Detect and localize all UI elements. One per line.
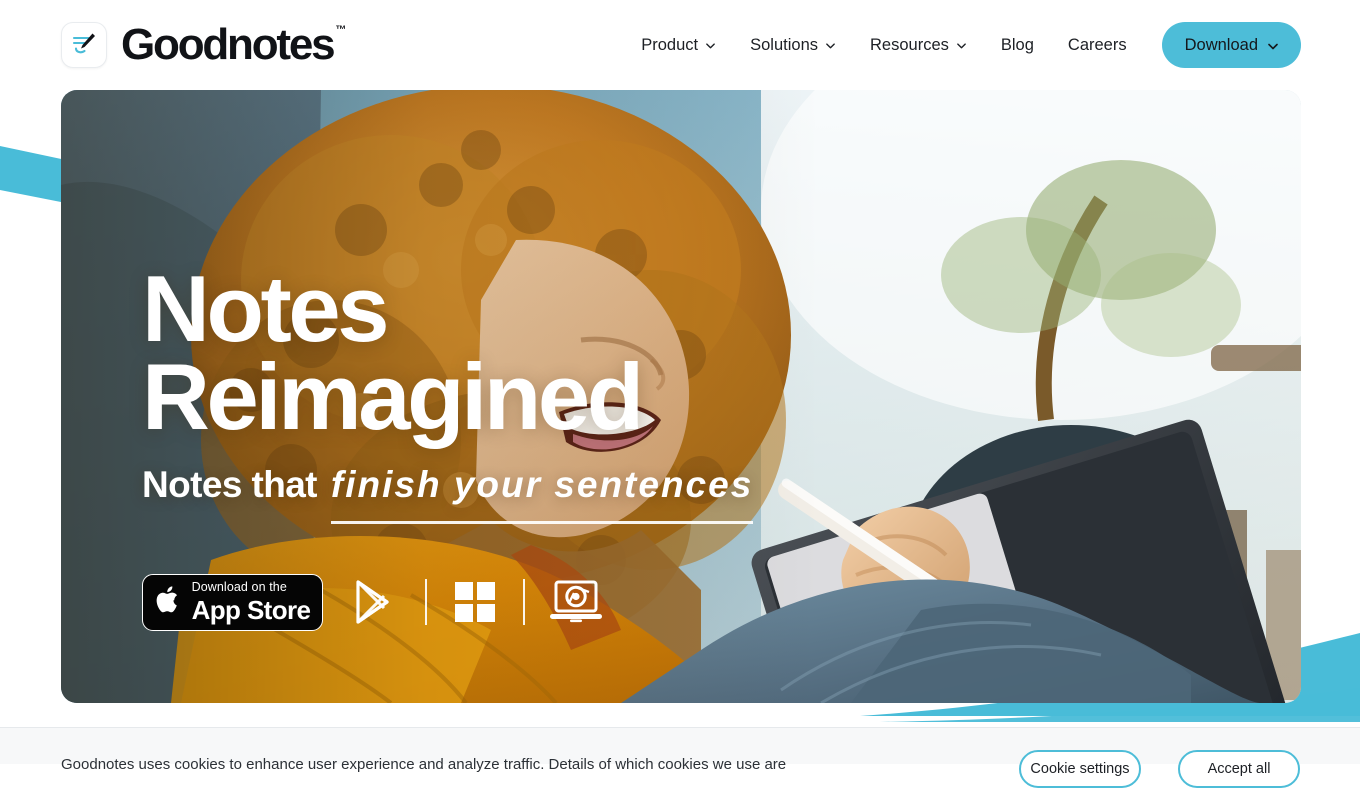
- nav-item-careers[interactable]: Careers: [1051, 23, 1144, 67]
- nav-item-label: Product: [641, 36, 698, 55]
- chevron-down-icon: [705, 40, 716, 51]
- cookie-banner-message: Goodnotes uses cookies to enhance user e…: [61, 754, 786, 775]
- hero-subtitle-plain: Notes that: [142, 464, 317, 507]
- brand-name-text: Goodnotes: [121, 20, 333, 69]
- cookie-settings-button[interactable]: Cookie settings: [1019, 750, 1141, 788]
- spacer: [427, 602, 449, 603]
- nav-item-label: Solutions: [750, 36, 818, 55]
- brand-name: Goodnotes™: [121, 23, 333, 67]
- chevron-down-icon: [1267, 40, 1278, 51]
- nav-item-solutions[interactable]: Solutions: [733, 23, 853, 67]
- trademark-symbol: ™: [335, 25, 346, 36]
- nav-item-label: Blog: [1001, 36, 1034, 55]
- download-badges: Download on the App Store: [142, 573, 605, 631]
- hero-copy: Notes Reimagined Notes that finish your …: [142, 265, 753, 524]
- google-play-icon[interactable]: [345, 573, 403, 631]
- app-store-name: App Store: [192, 597, 311, 623]
- nav-item-label: Careers: [1068, 36, 1127, 55]
- spacer: [403, 602, 425, 603]
- app-store-eyebrow: Download on the: [192, 581, 311, 594]
- nav-item-resources[interactable]: Resources: [853, 23, 984, 67]
- headline-line-2: Reimagined: [142, 344, 641, 449]
- spacer: [501, 602, 523, 603]
- chromebook-icon[interactable]: [547, 576, 605, 628]
- cookie-consent-banner: Goodnotes uses cookies to enhance user e…: [0, 727, 1360, 764]
- hero-subtitle-emphasis: finish your sentences: [331, 464, 753, 524]
- download-button[interactable]: Download: [1162, 22, 1301, 68]
- windows-icon[interactable]: [449, 576, 501, 628]
- nav-item-label: Resources: [870, 36, 949, 55]
- page-title: Notes Reimagined: [142, 265, 753, 441]
- hero-subtitle: Notes that finish your sentences: [142, 464, 753, 524]
- cookie-banner-actions: Cookie settings Accept all: [1019, 750, 1300, 788]
- app-store-label: Download on the App Store: [192, 581, 311, 623]
- apple-logo-icon: [155, 583, 182, 621]
- main-navigation: Product Solutions Resources Blog Careers…: [624, 22, 1301, 68]
- nav-item-product[interactable]: Product: [624, 23, 733, 67]
- app-store-badge[interactable]: Download on the App Store: [142, 574, 323, 631]
- site-header: Goodnotes™ Product Solutions Resources B…: [0, 0, 1360, 90]
- chevron-down-icon: [825, 40, 836, 51]
- spacer: [323, 602, 345, 603]
- chevron-down-icon: [956, 40, 967, 51]
- spacer: [525, 602, 547, 603]
- nav-item-blog[interactable]: Blog: [984, 23, 1051, 67]
- download-button-label: Download: [1185, 36, 1258, 55]
- brand-logo[interactable]: Goodnotes™: [61, 22, 333, 68]
- accept-all-cookies-button[interactable]: Accept all: [1178, 750, 1300, 788]
- goodnotes-pen-logo-icon: [61, 22, 107, 68]
- hero-section: Notes Reimagined Notes that finish your …: [61, 90, 1301, 703]
